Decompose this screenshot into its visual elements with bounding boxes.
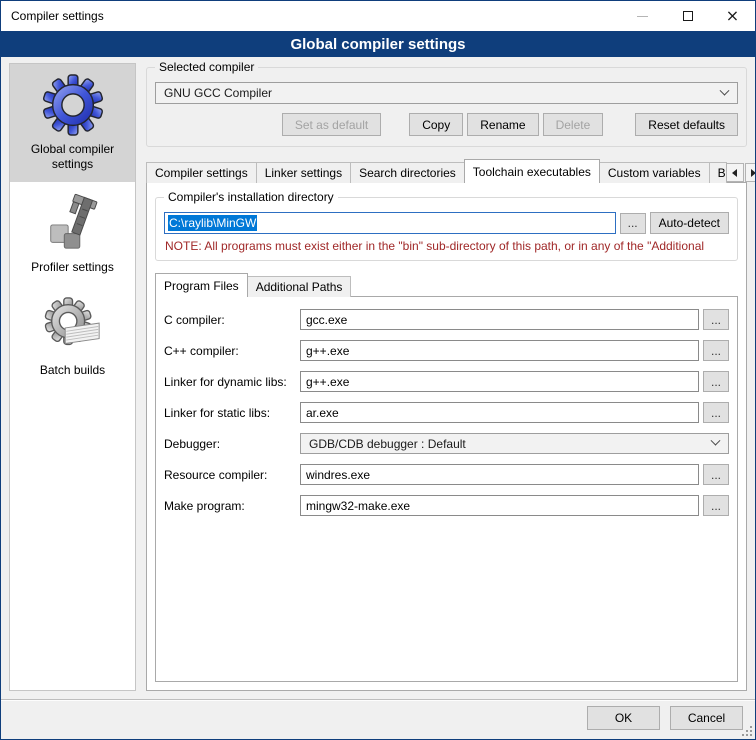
cpp-compiler-row: C++ compiler: ...: [164, 340, 729, 361]
arrow-left-icon: [732, 169, 737, 177]
settings-sidebar: Global compiler settings Profiler set: [9, 63, 136, 691]
c-compiler-browse-button[interactable]: ...: [703, 309, 729, 330]
debugger-select-value: GDB/CDB debugger : Default: [309, 437, 712, 451]
c-compiler-row: C compiler: ...: [164, 309, 729, 330]
page-title: Global compiler settings: [290, 36, 465, 53]
make-program-input[interactable]: [300, 495, 699, 516]
sidebar-item-label: Batch builds: [12, 363, 133, 378]
subtab-additional-paths[interactable]: Additional Paths: [247, 276, 352, 297]
sidebar-item-global-compiler-settings[interactable]: Global compiler settings: [10, 64, 135, 182]
static-linker-row: Linker for static libs: ...: [164, 402, 729, 423]
install-dir-input[interactable]: C:\raylib\MinGW: [164, 212, 616, 234]
compiler-settings-dialog: Compiler settings × Global compiler sett…: [0, 0, 756, 740]
rename-button[interactable]: Rename: [467, 113, 538, 136]
tab-scroll-arrows: [726, 163, 755, 183]
debugger-select[interactable]: GDB/CDB debugger : Default: [300, 433, 729, 454]
field-label: Debugger:: [164, 437, 296, 451]
sidebar-item-profiler-settings[interactable]: Profiler settings: [10, 182, 135, 285]
program-files-page: C compiler: ... C++ compiler: ... Linker…: [155, 296, 738, 682]
chevron-down-icon: [720, 85, 730, 95]
resource-compiler-browse-button[interactable]: ...: [703, 464, 729, 485]
dialog-header: Global compiler settings: [1, 31, 755, 57]
dialog-body: Global compiler settings Profiler set: [1, 57, 755, 699]
window-title: Compiler settings: [1, 9, 104, 23]
settings-tabstrip: Compiler settings Linker settings Search…: [146, 159, 747, 183]
minimize-button[interactable]: [620, 1, 665, 31]
maximize-icon: [683, 11, 693, 21]
close-icon: ×: [726, 8, 739, 24]
field-label: C compiler:: [164, 313, 296, 327]
compiler-select-value: GNU GCC Compiler: [164, 86, 721, 100]
copy-button[interactable]: Copy: [409, 113, 463, 136]
cancel-button[interactable]: Cancel: [670, 706, 743, 730]
sidebar-item-label: Global compiler settings: [12, 142, 133, 172]
selected-compiler-group: Selected compiler GNU GCC Compiler Set a…: [146, 67, 747, 147]
dialog-footer: OK Cancel: [1, 699, 755, 739]
arrow-right-icon: [751, 169, 755, 177]
chevron-down-icon: [711, 436, 721, 446]
reset-defaults-button[interactable]: Reset defaults: [635, 113, 738, 136]
caliper-icon: [42, 192, 104, 254]
tab-linker-settings[interactable]: Linker settings: [256, 162, 351, 183]
field-label: Linker for static libs:: [164, 406, 296, 420]
group-label: Compiler's installation directory: [164, 190, 338, 204]
dynamic-linker-row: Linker for dynamic libs: ...: [164, 371, 729, 392]
field-label: Linker for dynamic libs:: [164, 375, 296, 389]
debugger-row: Debugger: GDB/CDB debugger : Default: [164, 433, 729, 454]
make-program-browse-button[interactable]: ...: [703, 495, 729, 516]
c-compiler-input[interactable]: [300, 309, 699, 330]
minimize-icon: [637, 16, 648, 17]
maximize-button[interactable]: [665, 1, 710, 31]
main-panel: Selected compiler GNU GCC Compiler Set a…: [146, 63, 747, 699]
bin-subdirectory-note: NOTE: All programs must exist either in …: [165, 239, 728, 253]
gray-gear-stack-icon: [42, 295, 104, 357]
close-button[interactable]: ×: [710, 1, 755, 31]
cpp-compiler-input[interactable]: [300, 340, 699, 361]
dynamic-linker-input[interactable]: [300, 371, 699, 392]
subtab-program-files[interactable]: Program Files: [155, 273, 248, 297]
program-files-tabstrip: Program Files Additional Paths: [155, 273, 738, 297]
blue-gear-icon: [42, 74, 104, 136]
tab-scroll-right-button[interactable]: [745, 163, 755, 182]
field-label: Make program:: [164, 499, 296, 513]
make-program-row: Make program: ...: [164, 495, 729, 516]
resource-compiler-row: Resource compiler: ...: [164, 464, 729, 485]
dynamic-linker-browse-button[interactable]: ...: [703, 371, 729, 392]
compiler-buttons-row: Set as default Copy Rename Delete Reset …: [155, 113, 738, 136]
toolchain-executables-page: Compiler's installation directory C:\ray…: [146, 182, 747, 691]
window-controls: ×: [620, 1, 755, 31]
tab-build-options[interactable]: Build: [709, 162, 727, 183]
field-label: C++ compiler:: [164, 344, 296, 358]
set-as-default-button[interactable]: Set as default: [282, 113, 381, 136]
static-linker-input[interactable]: [300, 402, 699, 423]
group-label: Selected compiler: [155, 60, 258, 74]
resize-grip[interactable]: [742, 726, 752, 736]
install-dir-row: C:\raylib\MinGW ... Auto-detect: [164, 212, 729, 234]
cpp-compiler-browse-button[interactable]: ...: [703, 340, 729, 361]
sidebar-item-label: Profiler settings: [12, 260, 133, 275]
install-dir-selected-text: C:\raylib\MinGW: [168, 215, 257, 231]
compiler-select[interactable]: GNU GCC Compiler: [155, 82, 738, 104]
tab-toolchain-executables[interactable]: Toolchain executables: [464, 159, 600, 183]
delete-button[interactable]: Delete: [543, 113, 604, 136]
ok-button[interactable]: OK: [587, 706, 660, 730]
install-dir-group: Compiler's installation directory C:\ray…: [155, 197, 738, 261]
install-dir-browse-button[interactable]: ...: [620, 213, 646, 234]
tab-search-directories[interactable]: Search directories: [350, 162, 465, 183]
tab-scroll-left-button[interactable]: [726, 163, 744, 182]
titlebar: Compiler settings ×: [1, 1, 755, 31]
tab-compiler-settings[interactable]: Compiler settings: [146, 162, 257, 183]
auto-detect-button[interactable]: Auto-detect: [650, 212, 729, 234]
static-linker-browse-button[interactable]: ...: [703, 402, 729, 423]
resource-compiler-input[interactable]: [300, 464, 699, 485]
field-label: Resource compiler:: [164, 468, 296, 482]
sidebar-item-batch-builds[interactable]: Batch builds: [10, 285, 135, 388]
tab-custom-variables[interactable]: Custom variables: [599, 162, 710, 183]
